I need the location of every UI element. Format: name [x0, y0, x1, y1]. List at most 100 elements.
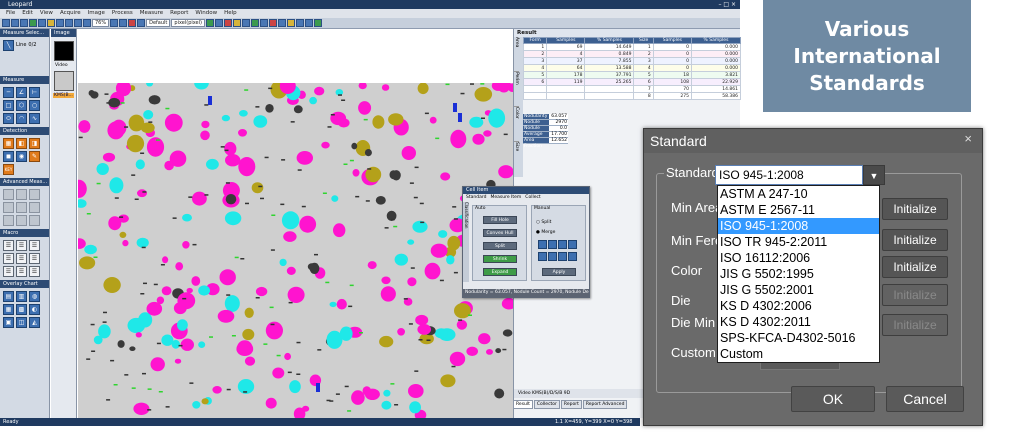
capture-icon[interactable]	[29, 19, 37, 27]
standard-select[interactable]: ISO 945-1:2008	[715, 165, 863, 185]
folder-icon[interactable]	[47, 19, 55, 27]
adv-tool-7-icon[interactable]	[3, 215, 14, 226]
apply-button[interactable]: Apply	[542, 268, 576, 276]
menu-view[interactable]: View	[40, 9, 53, 18]
manual-tool-4-icon[interactable]	[568, 240, 577, 249]
vtab-area[interactable]: Area	[514, 37, 519, 72]
menu-window[interactable]: Window	[195, 9, 217, 18]
overlay-5-icon[interactable]: ▩	[16, 304, 27, 315]
macro-6-icon[interactable]: ☰	[29, 253, 40, 264]
auto-detect-icon[interactable]: ◨	[29, 138, 40, 149]
vtab-size[interactable]: Size	[514, 142, 519, 177]
poly-icon[interactable]: ⬡	[16, 100, 27, 111]
split-button[interactable]: Split	[483, 242, 517, 250]
macro-3-icon[interactable]: ☰	[29, 240, 40, 251]
grid-icon[interactable]	[119, 19, 128, 27]
dropdown-option[interactable]: KS D 4302:2011	[718, 314, 879, 330]
initialize-min-area-button[interactable]: Initialize	[882, 198, 948, 220]
macro-1-icon[interactable]: ☰	[3, 240, 14, 251]
tab-report-advanced[interactable]: Report Advanced	[582, 400, 628, 409]
fill-hole-button[interactable]: Fill Hole	[483, 216, 517, 224]
merge-radio[interactable]: ● Merge	[536, 230, 555, 235]
menu-acquire[interactable]: Acquire	[60, 9, 81, 18]
convex-hull-button[interactable]: Convex Hull	[483, 229, 517, 237]
manual-tool-1-icon[interactable]	[538, 240, 547, 249]
expand-button[interactable]: Expand	[483, 268, 517, 276]
tab-collector[interactable]: Collector	[533, 400, 560, 409]
tab-report[interactable]: Report	[560, 400, 582, 409]
ellipse-icon[interactable]: ⬭	[3, 113, 14, 124]
dropdown-option[interactable]: JIS G 5502:1995	[718, 266, 879, 282]
key-icon[interactable]: KEY	[3, 164, 14, 175]
arrow-icon[interactable]	[304, 19, 313, 27]
layer-icon[interactable]	[241, 19, 250, 27]
macro-7-icon[interactable]: ☰	[3, 266, 14, 277]
redo-icon[interactable]	[65, 19, 73, 27]
initialize-min-feret-button[interactable]: Initialize	[882, 229, 948, 251]
popup-tab-standard[interactable]: Standard	[466, 194, 486, 202]
dropdown-option[interactable]: SPS-KFCA-D4302-5016	[718, 330, 879, 346]
vtab-perim[interactable]: Perim	[514, 72, 519, 107]
overlay-9-icon[interactable]: ◭	[29, 317, 40, 328]
close-icon[interactable]: ×	[964, 131, 972, 146]
arc-icon[interactable]: ◠	[16, 113, 27, 124]
record-icon[interactable]	[128, 19, 137, 27]
zoom-in-icon[interactable]	[74, 19, 82, 27]
stop-icon[interactable]	[268, 19, 277, 27]
cancel-button[interactable]: Cancel	[886, 386, 964, 412]
microscope-image-canvas[interactable]	[78, 83, 513, 418]
annotate-icon[interactable]	[286, 19, 295, 27]
manual-tool-5-icon[interactable]	[538, 252, 547, 261]
manual-tool-8-icon[interactable]	[568, 252, 577, 261]
color-icon[interactable]	[223, 19, 232, 27]
dropdown-option[interactable]: ISO TR 945-2:2011	[718, 234, 879, 250]
overlay-6-icon[interactable]: ◐	[29, 304, 40, 315]
macro-2-icon[interactable]: ☰	[16, 240, 27, 251]
text-icon[interactable]	[295, 19, 304, 27]
freehand-icon[interactable]: ∿	[29, 113, 40, 124]
tab-result[interactable]: Result	[513, 400, 533, 409]
overlay-1-icon[interactable]: ▤	[3, 291, 14, 302]
adv-tool-8-icon[interactable]	[16, 215, 27, 226]
undo-icon[interactable]	[56, 19, 64, 27]
export-icon[interactable]	[277, 19, 286, 27]
macro-9-icon[interactable]: ☰	[29, 266, 40, 277]
dropdown-option[interactable]: ISO 945-1:2008	[718, 218, 879, 234]
preset-select[interactable]: Default	[146, 19, 171, 27]
menu-help[interactable]: Help	[224, 9, 237, 18]
overlay-3-icon[interactable]: ◍	[29, 291, 40, 302]
dropdown-option[interactable]: ASTM E 2567-11	[718, 202, 879, 218]
table-icon[interactable]	[259, 19, 268, 27]
fit-icon[interactable]	[110, 19, 119, 27]
settings-icon[interactable]	[313, 19, 322, 27]
dropdown-option[interactable]: ISO 16112:2006	[718, 250, 879, 266]
menu-image[interactable]: Image	[88, 9, 105, 18]
dropdown-option[interactable]: KS D 4302:2006	[718, 298, 879, 314]
pencil-icon[interactable]: ✎	[29, 151, 40, 162]
zoom-select[interactable]: 76%	[92, 19, 110, 27]
adv-tool-5-icon[interactable]	[16, 202, 27, 213]
menu-report[interactable]: Report	[170, 9, 188, 18]
detect-icon[interactable]: ◧	[16, 138, 27, 149]
chart-icon[interactable]	[250, 19, 259, 27]
initialize-die-min-button[interactable]: Initialize	[882, 314, 948, 336]
save-icon[interactable]	[20, 19, 28, 27]
line-measure-icon[interactable]: ─	[3, 87, 14, 98]
zoom-out-icon[interactable]	[83, 19, 91, 27]
video-thumbnail[interactable]	[54, 41, 74, 61]
angle-icon[interactable]: ∠	[16, 87, 27, 98]
circle-icon[interactable]: ○	[29, 100, 40, 111]
dropdown-option[interactable]: Custom	[718, 346, 879, 362]
print-icon[interactable]	[38, 19, 46, 27]
fill-icon[interactable]: ◼	[3, 151, 14, 162]
threshold-icon[interactable]: ▦	[3, 138, 14, 149]
popup-tab-collect[interactable]: Collect	[525, 194, 540, 202]
menu-process[interactable]: Process	[112, 9, 133, 18]
dropdown-option[interactable]: ASTM A 247-10	[718, 186, 879, 202]
chevron-down-icon[interactable]: ▼	[863, 165, 885, 185]
pointer-icon[interactable]	[137, 19, 146, 27]
adv-tool-1-icon[interactable]	[3, 189, 14, 200]
overlay-8-icon[interactable]: ◫	[16, 317, 27, 328]
adv-tool-3-icon[interactable]	[29, 189, 40, 200]
measure-icon[interactable]	[205, 19, 214, 27]
